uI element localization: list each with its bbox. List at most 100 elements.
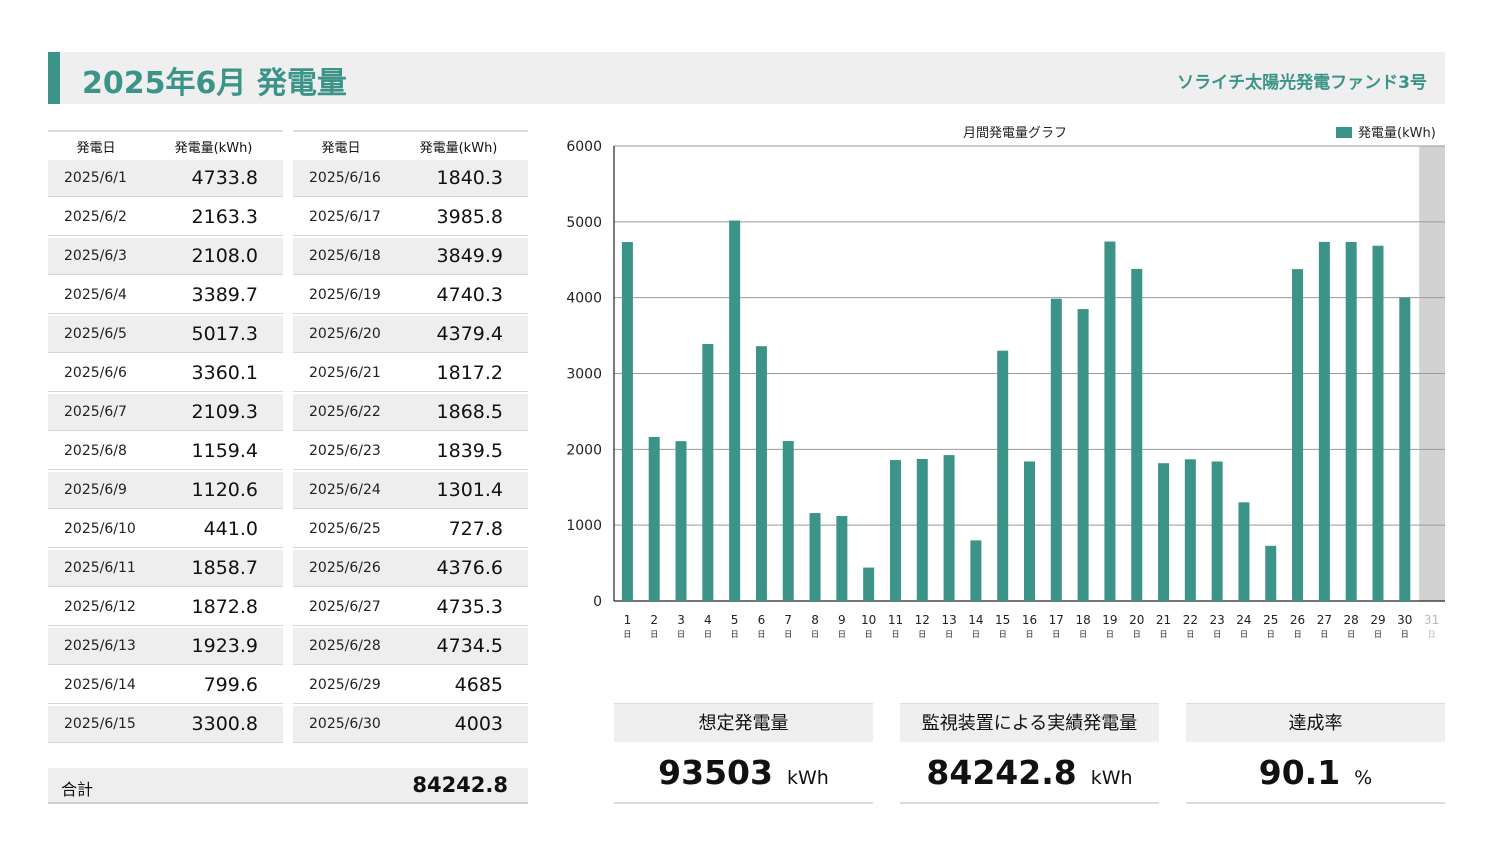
x-tick-suffix: 日 bbox=[784, 630, 792, 639]
kpi-actual: 監視装置による実績発電量 84242.8 kWh bbox=[900, 703, 1159, 804]
total-label: 合計 bbox=[61, 780, 94, 799]
table-row: 2025/6/25 727.8 bbox=[293, 511, 528, 548]
x-tick-suffix: 日 bbox=[1186, 630, 1194, 639]
row-value: 3985.8 bbox=[436, 206, 503, 228]
monthly-generation-chart: 月間発電量グラフ 発電量(kWh) 0 1000 2000 3000 4000 5000 6… bbox=[555, 118, 1455, 652]
row-value: 2108.0 bbox=[191, 245, 258, 267]
table-row: 2025/6/27 4735.3 bbox=[293, 589, 528, 626]
bar-day-22 bbox=[1184, 459, 1196, 601]
row-value: 1923.9 bbox=[191, 635, 258, 657]
row-date: 2025/6/13 bbox=[64, 638, 136, 654]
bar-day-3 bbox=[675, 441, 687, 601]
row-value: 441.0 bbox=[203, 518, 258, 540]
x-tick-label: 19 bbox=[1102, 613, 1117, 627]
y-tick-label: 0 bbox=[593, 594, 602, 610]
row-date: 2025/6/1 bbox=[64, 170, 127, 186]
table-row: 2025/6/19 4740.3 bbox=[293, 277, 528, 314]
x-tick-suffix: 日 bbox=[650, 630, 658, 639]
x-tick-suffix: 日 bbox=[1106, 630, 1114, 639]
x-tick-suffix: 日 bbox=[865, 630, 873, 639]
table-row: 2025/6/2 2163.3 bbox=[48, 199, 283, 236]
row-value: 3849.9 bbox=[436, 245, 503, 267]
table-row: 2025/6/15 3300.8 bbox=[48, 706, 283, 743]
row-date: 2025/6/30 bbox=[309, 716, 381, 732]
x-tick-suffix: 日 bbox=[757, 630, 765, 639]
x-tick-suffix: 日 bbox=[623, 630, 631, 639]
col-header-value: 発電量(kWh) bbox=[419, 140, 498, 156]
bar-day-27 bbox=[1318, 241, 1330, 601]
row-date: 2025/6/20 bbox=[309, 326, 381, 342]
bar-day-12 bbox=[916, 458, 928, 601]
table-row: 2025/6/24 1301.4 bbox=[293, 472, 528, 509]
x-tick-suffix: 日 bbox=[1026, 630, 1034, 639]
page-header: 2025年6月 発電量 ソライチ太陽光発電ファンド3号 bbox=[48, 52, 1445, 104]
x-tick-label: 25 bbox=[1263, 613, 1278, 627]
kpi-label: 達成率 bbox=[1186, 703, 1445, 742]
x-tick-suffix: 日 bbox=[1267, 630, 1275, 639]
x-tick-suffix: 日 bbox=[1079, 630, 1087, 639]
row-date: 2025/6/3 bbox=[64, 248, 127, 264]
table-row: 2025/6/1 4733.8 bbox=[48, 160, 283, 197]
daily-table-left: 発電日 発電量(kWh) 2025/6/1 4733.8 2025/6/2 2163.… bbox=[48, 130, 283, 745]
table-row: 2025/6/9 1120.6 bbox=[48, 472, 283, 509]
fund-name: ソライチ太陽光発電ファンド3号 bbox=[1177, 73, 1427, 93]
row-value: 4740.3 bbox=[436, 284, 503, 306]
bar-day-18 bbox=[1077, 309, 1089, 601]
x-tick-suffix: 日 bbox=[972, 630, 980, 639]
row-date: 2025/6/9 bbox=[64, 482, 127, 498]
row-date: 2025/6/5 bbox=[64, 326, 127, 342]
row-date: 2025/6/15 bbox=[64, 716, 136, 732]
x-tick-label: 23 bbox=[1210, 613, 1225, 627]
row-date: 2025/6/18 bbox=[309, 248, 381, 264]
chart-title: 月間発電量グラフ bbox=[963, 126, 1067, 141]
x-tick-suffix: 日 bbox=[811, 630, 819, 639]
row-value: 1868.5 bbox=[436, 401, 503, 423]
table-row: 2025/6/28 4734.5 bbox=[293, 628, 528, 665]
legend-label: 発電量(kWh) bbox=[1358, 126, 1436, 141]
kpi-achievement-rate: 達成率 90.1% bbox=[1186, 703, 1445, 804]
bar-day-1 bbox=[621, 242, 633, 601]
table-header: 発電日 発電量(kWh) bbox=[48, 130, 283, 160]
table-row: 2025/6/16 1840.3 bbox=[293, 160, 528, 197]
table-row: 2025/6/4 3389.7 bbox=[48, 277, 283, 314]
table-header: 発電日 発電量(kWh) bbox=[293, 130, 528, 160]
table-row: 2025/6/21 1817.2 bbox=[293, 355, 528, 392]
x-tick-label: 17 bbox=[1049, 613, 1064, 627]
y-tick-label: 3000 bbox=[566, 367, 602, 383]
kpi-label: 想定発電量 bbox=[614, 703, 873, 742]
x-tick-label: 14 bbox=[968, 613, 983, 627]
bar-day-9 bbox=[836, 516, 848, 601]
daily-table-right: 発電日 発電量(kWh) 2025/6/16 1840.3 2025/6/17 398… bbox=[293, 130, 528, 745]
row-value: 727.8 bbox=[448, 518, 503, 540]
bar-day-20 bbox=[1131, 268, 1143, 601]
x-tick-label: 6 bbox=[758, 613, 766, 627]
x-tick-label: 9 bbox=[838, 613, 846, 627]
table-row: 2025/6/6 3360.1 bbox=[48, 355, 283, 392]
x-tick-label: 10 bbox=[861, 613, 876, 627]
bar-day-23 bbox=[1211, 461, 1223, 601]
row-value: 1872.8 bbox=[191, 596, 258, 618]
col-header-date: 発電日 bbox=[76, 140, 116, 156]
x-tick-label: 22 bbox=[1183, 613, 1198, 627]
row-date: 2025/6/27 bbox=[309, 599, 381, 615]
total-row: 合計 84242.8 bbox=[48, 768, 528, 804]
bar-day-8 bbox=[809, 513, 821, 601]
row-value: 3300.8 bbox=[191, 713, 258, 735]
row-date: 2025/6/25 bbox=[309, 521, 381, 537]
row-value: 5017.3 bbox=[191, 323, 258, 345]
bar-day-2 bbox=[648, 436, 660, 601]
row-date: 2025/6/23 bbox=[309, 443, 381, 459]
kpi-value: 93503 bbox=[658, 753, 773, 792]
y-tick-label: 5000 bbox=[566, 215, 602, 231]
bar-day-16 bbox=[1024, 461, 1035, 601]
x-tick-label: 4 bbox=[704, 613, 712, 627]
bar-day-21 bbox=[1158, 463, 1170, 601]
x-tick-suffix: 日 bbox=[677, 630, 685, 639]
row-date: 2025/6/26 bbox=[309, 560, 381, 576]
x-tick-suffix: 日 bbox=[945, 630, 953, 639]
bar-day-11 bbox=[889, 460, 901, 601]
x-tick-label: 8 bbox=[811, 613, 819, 627]
bar-day-26 bbox=[1292, 269, 1304, 601]
x-tick-suffix: 日 bbox=[918, 630, 926, 639]
x-tick-label: 11 bbox=[888, 613, 903, 627]
